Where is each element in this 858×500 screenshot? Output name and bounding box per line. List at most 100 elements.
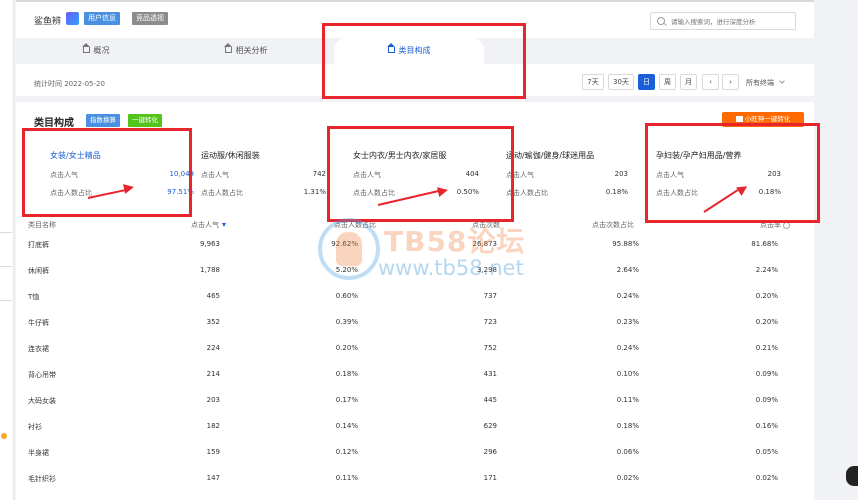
range-30d-button[interactable]: 30天 (608, 74, 634, 90)
status-dot (1, 433, 7, 439)
value-cell: 0.02% (755, 474, 778, 482)
value-cell: 0.11% (616, 396, 639, 404)
metric-label: 点击人数占比 (201, 189, 243, 197)
panel-title: 类目构成 (34, 118, 74, 129)
table-row[interactable]: T恤 465 0.60% 737 0.24% 0.20% (16, 288, 814, 308)
category-metric: 点击人气 203 (506, 170, 628, 180)
search-input[interactable] (671, 16, 791, 27)
value-cell: 0.24% (616, 292, 639, 300)
table-row[interactable]: 半身裙 159 0.12% 296 0.06% 0.05% (16, 444, 814, 464)
value-cell: 0.17% (335, 396, 358, 404)
value-cell: 0.21% (755, 344, 778, 352)
chevron-down-icon (779, 78, 785, 84)
value-cell: 171 (483, 474, 497, 482)
value-cell: 3,298 (476, 266, 497, 274)
value-cell: 0.18% (335, 370, 358, 378)
table-row[interactable]: 衬衫 182 0.14% 629 0.18% 0.16% (16, 418, 814, 438)
range-month-button[interactable]: 月 (680, 74, 697, 90)
value-cell: 224 (206, 344, 220, 352)
table-row[interactable]: 连衣裙 224 0.20% 752 0.24% 0.21% (16, 340, 814, 360)
annotation-box (327, 126, 514, 222)
value-cell: 214 (206, 370, 220, 378)
terminal-select[interactable]: 所有终端 (746, 78, 785, 88)
tab-overview[interactable]: 概况 (16, 38, 176, 64)
category-metric: 点击人数占比 0.18% (506, 188, 628, 198)
category-name: 运动/瑜伽/健身/球迷用品 (506, 151, 595, 160)
value-cell: 9,963 (199, 240, 220, 248)
value-cell: 0.39% (335, 318, 358, 326)
category-name-cell: 打底裤 (28, 241, 49, 249)
range-week-button[interactable]: 周 (659, 74, 676, 90)
value-cell: 95.88% (612, 240, 639, 248)
search-box[interactable] (650, 12, 796, 30)
value-cell: 81.68% (751, 240, 778, 248)
range-7d-button[interactable]: 7天 (582, 74, 604, 90)
category-name-cell: 半身裙 (28, 449, 49, 457)
category-card[interactable]: 运动服/休闲服装 点击人气 742 点击人数占比 1.31% (201, 146, 326, 210)
table-row[interactable]: 背心吊带 214 0.18% 431 0.10% 0.09% (16, 366, 814, 386)
value-cell: 0.18% (616, 422, 639, 430)
value-cell: 352 (206, 318, 220, 326)
category-name-cell: 毛针织衫 (28, 475, 56, 483)
value-cell: 5.20% (335, 266, 358, 274)
side-widget[interactable] (846, 466, 858, 486)
value-cell: 0.10% (616, 370, 639, 378)
value-cell: 296 (483, 448, 497, 456)
value-cell: 0.16% (755, 422, 778, 430)
metric-value: 742 (312, 170, 326, 178)
table-row[interactable]: 牛仔裤 352 0.39% 723 0.23% 0.20% (16, 314, 814, 334)
tab-label: 相关分析 (235, 46, 268, 55)
metric-label: 点击人气 (201, 171, 229, 179)
metric-value: 1.31% (303, 188, 326, 196)
value-cell: 0.14% (335, 422, 358, 430)
value-cell: 1,788 (199, 266, 220, 274)
promo-label: 小旺神一键转化 (744, 115, 791, 123)
value-cell: 2.24% (755, 266, 778, 274)
col-header-click-count-share[interactable]: 点击次数占比 (592, 220, 634, 230)
one-click-convert-button[interactable]: 一键转化 (128, 114, 162, 127)
table-row[interactable]: 打底裤 9,963 92.62% 26,873 95.88% 81.68% (16, 236, 814, 256)
table-row[interactable]: 毛针织衫 147 0.11% 171 0.02% 0.02% (16, 470, 814, 490)
category-metric: 点击人气 742 (201, 170, 326, 180)
annotation-box (22, 128, 192, 217)
gutter-divider (0, 266, 12, 267)
value-cell: 0.02% (616, 474, 639, 482)
range-day-button[interactable]: 日 (638, 74, 655, 90)
value-cell: 0.11% (335, 474, 358, 482)
user-info-button[interactable]: 用户信息 (84, 12, 120, 25)
terminal-label: 所有终端 (746, 79, 774, 87)
value-cell: 147 (206, 474, 220, 482)
value-cell: 182 (206, 422, 220, 430)
category-name-cell: 连衣裙 (28, 345, 49, 353)
category-name-cell: 背心吊带 (28, 371, 56, 379)
value-cell: 629 (483, 422, 497, 430)
sort-desc-icon (222, 223, 226, 227)
value-cell: 723 (483, 318, 497, 326)
category-name-cell: 大码女装 (28, 397, 56, 405)
next-button[interactable]: › (722, 74, 739, 90)
col-header-category: 类目名称 (28, 221, 56, 229)
col-header-click-popularity[interactable]: 点击人气 (191, 220, 226, 230)
tab-related-analysis[interactable]: 相关分析 (166, 38, 326, 64)
table-row[interactable]: 休闲裤 1,788 5.20% 3,298 2.64% 2.24% (16, 262, 814, 282)
metric-value: 203 (614, 170, 628, 178)
category-card[interactable]: 运动/瑜伽/健身/球迷用品 点击人气 203 点击人数占比 0.18% (506, 146, 628, 210)
value-cell: 159 (206, 448, 220, 456)
value-cell: 0.09% (755, 396, 778, 404)
stat-time: 统计时间 2022-05-20 (34, 80, 105, 88)
value-cell: 0.20% (755, 318, 778, 326)
index-convert-button[interactable]: 指数换算 (86, 114, 120, 127)
search-icon (657, 17, 665, 25)
value-cell: 431 (483, 370, 497, 378)
value-cell: 0.20% (335, 344, 358, 352)
competitor-button[interactable]: 竞品透视 (132, 12, 168, 25)
value-cell: 0.12% (335, 448, 358, 456)
table-row[interactable]: 大码女装 203 0.17% 445 0.11% 0.09% (16, 392, 814, 412)
col-label: 点击人气 (191, 221, 219, 229)
value-cell: 445 (483, 396, 497, 404)
prev-button[interactable]: ‹ (702, 74, 719, 90)
value-cell: 92.62% (331, 240, 358, 248)
left-gutter (0, 0, 14, 500)
shop-name: 鲨鱼辨 (34, 17, 62, 27)
value-cell: 0.06% (616, 448, 639, 456)
